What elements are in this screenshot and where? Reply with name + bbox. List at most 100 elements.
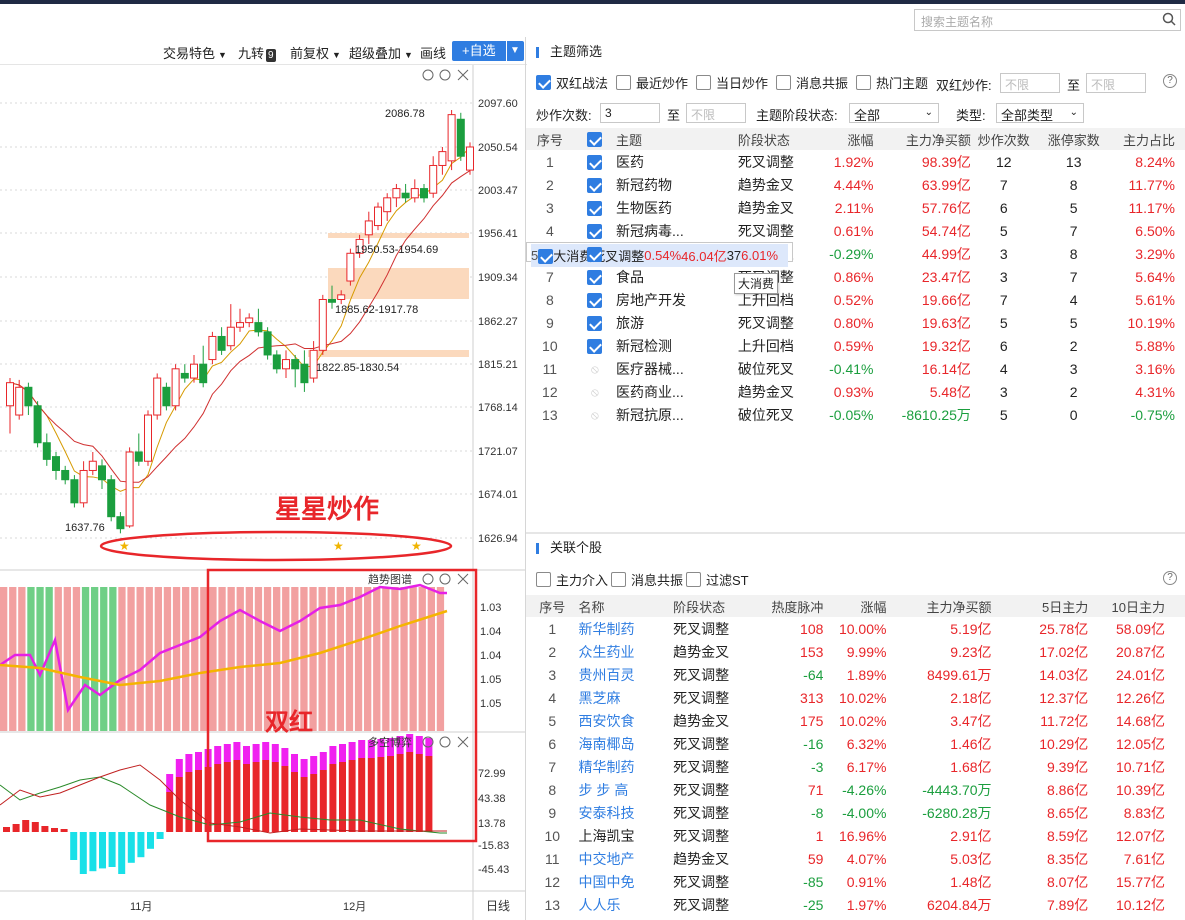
candle-body (33, 405, 42, 444)
filter-shuanghong[interactable]: 双红战法 (536, 73, 608, 92)
theme-row[interactable]: 5 大消费 死叉调整 0.54% 46.04亿 3 7 6.01% (526, 242, 794, 267)
stock-cell[interactable]: 贵州百灵 (579, 663, 674, 686)
adjust-menu[interactable]: 前复权 ▼ (290, 43, 341, 62)
theme-header-3[interactable]: 阶段状态 (737, 128, 813, 150)
filter-main[interactable]: 主力介入 (536, 570, 608, 589)
theme-row[interactable]: 13 ⦸ 新冠抗原... 破位死叉 -0.05% -8610.25万 5 0 -0.75% (526, 403, 1185, 426)
row-checkbox[interactable] (587, 269, 603, 285)
stock-row[interactable]: 8 步 步 高死叉调整 71 -4.26% -4443.70万 8.86亿 10.39亿 (526, 778, 1185, 801)
stock-header-3[interactable]: 热度脉冲 (751, 595, 824, 617)
stock-cell[interactable]: 安泰科技 (579, 801, 674, 824)
theme-row[interactable]: 11 ⦸ 医疗器械... 破位死叉 -0.41% 16.14亿 4 3 3.16% (526, 357, 1185, 380)
stock-cell: 死叉调整 (673, 873, 730, 890)
theme-row[interactable]: 9 旅游 死叉调整 0.80% 19.63亿 5 5 10.19% (526, 311, 1185, 334)
filter-news-stock[interactable]: 消息共振 (611, 570, 683, 589)
theme-header-5[interactable]: 主力净买额 (873, 128, 971, 150)
filter-news[interactable]: 消息共振 (776, 73, 848, 92)
stock-row[interactable]: 3 贵州百灵 死叉调整 -64 1.89% 8499.61万 14.03亿 24.01亿 (526, 663, 1185, 686)
stock-row[interactable]: 2 众生药业 趋势金叉 153 9.99% 9.23亿 17.02亿 20.87亿 (526, 640, 1185, 663)
filter-today[interactable]: 当日炒作 (696, 73, 768, 92)
stock-header-6[interactable]: 5日主力 (991, 595, 1089, 617)
stage-select[interactable]: 全部 ⌄ (849, 103, 939, 123)
stock-header-2[interactable]: 阶段状态 (673, 595, 752, 617)
row-checkbox-disabled[interactable]: ⦸ (591, 408, 599, 422)
theme-row[interactable]: 4 新冠病毒... 死叉调整 0.61% 54.74亿 5 7 6.50% (526, 219, 1185, 242)
theme-header-7[interactable]: 涨停家数 (1036, 128, 1111, 150)
theme-row[interactable]: 10 新冠检测 上升回档 0.59% 19.32亿 6 2 5.88% (526, 334, 1185, 357)
stock-row[interactable]: 9 安泰科技 死叉调整 -8 -4.00% -6280.28万 8.65亿 8.83亿 (526, 801, 1185, 824)
theme-header-0[interactable]: 序号 (526, 128, 574, 150)
stock-row[interactable]: 12 中国中免 死叉调整 -85 0.91% 1.48亿 8.07亿 15.77亿 (526, 870, 1185, 893)
period-label[interactable]: 日线 (486, 899, 510, 913)
help-icon[interactable]: ? (1163, 74, 1177, 88)
stock-cell[interactable]: 精华制药 (579, 755, 674, 778)
theme-search-input[interactable]: 搜索主题名称 (914, 9, 1181, 31)
stock-header-1[interactable]: 名称 (578, 595, 674, 617)
stock-row[interactable]: 13 人人乐 死叉调整 -25 1.97% 6204.84万 7.89亿 10.12亿 (526, 893, 1185, 916)
row-checkbox[interactable] (587, 223, 603, 239)
theme-header-6[interactable]: 炒作次数 (970, 128, 1037, 150)
theme-header-8[interactable]: 主力占比 (1110, 128, 1185, 150)
row-checkbox-disabled[interactable]: ⦸ (591, 362, 599, 376)
theme-row[interactable]: 1 医药 死叉调整 1.92% 98.39亿 12 13 8.24% (526, 150, 1185, 173)
theme-header-2[interactable]: 主题 (616, 128, 738, 150)
type-select[interactable]: 全部类型 ⌄ (996, 103, 1084, 123)
stock-row[interactable]: 7 精华制药 死叉调整 -3 6.17% 1.68亿 9.39亿 10.71亿 (526, 755, 1185, 778)
theme-header-1[interactable] (573, 128, 617, 150)
candlestick-chart[interactable]: 2097.60 2050.54 2003.47 1956.41 1909.34 1862.… (0, 65, 525, 920)
chart-panel-icons[interactable] (422, 69, 469, 81)
theme-row[interactable]: 12 ⦸ 医药商业... 趋势金叉 0.93% 5.48亿 3 2 4.31% (526, 380, 1185, 403)
overlay-menu[interactable]: 超级叠加 ▼ (349, 43, 413, 62)
row-checkbox[interactable] (587, 200, 603, 216)
row-checkbox[interactable] (538, 248, 554, 264)
stock-cell[interactable]: 中交地产 (579, 847, 674, 870)
stock-cell[interactable]: 步 步 高 (579, 778, 674, 801)
filter-st[interactable]: 过滤ST (686, 570, 749, 589)
stock-cell[interactable]: 上海凯宝 (579, 824, 674, 847)
stock-cell[interactable]: 黑芝麻 (579, 686, 674, 709)
stock-row[interactable]: 4 黑芝麻 死叉调整 313 10.02% 2.18亿 12.37亿 12.26亿 (526, 686, 1185, 709)
nine-turn-button[interactable]: 九转 9 (238, 43, 276, 62)
filter-recent[interactable]: 最近炒作 (616, 73, 688, 92)
stock-header-7[interactable]: 10日主力 (1088, 595, 1185, 617)
row-checkbox[interactable] (587, 315, 603, 331)
row-checkbox[interactable] (587, 154, 603, 170)
stock-row[interactable]: 1 新华制药 死叉调整 108 10.00% 5.19亿 25.78亿 58.09亿 (526, 617, 1185, 640)
theme-row[interactable]: 3 生物医药 趋势金叉 2.11% 57.76亿 6 5 11.17% (526, 196, 1185, 219)
stock-row[interactable]: 10 上海凯宝 死叉调整 1 16.96% 2.91亿 8.59亿 12.07亿 (526, 824, 1185, 847)
stock-cell[interactable]: 人人乐 (579, 893, 674, 916)
stock-cell[interactable]: 海南椰岛 (579, 732, 674, 755)
row-checkbox-disabled[interactable]: ⦸ (591, 385, 599, 399)
filter-hot[interactable]: 热门主题 (856, 73, 928, 92)
row-checkbox[interactable] (587, 177, 603, 193)
add-watchlist-button[interactable]: +自选 ▼ (452, 41, 524, 61)
draw-line-button[interactable]: 画线 (420, 43, 446, 62)
stock-table[interactable]: 序号 名称 阶段状态 热度脉冲 涨幅 主力净买额 5日主力 10日主力 1 新华制药 死叉调整 10… (526, 595, 1185, 916)
theme-table[interactable]: 序号 主题 阶段状态 涨幅 主力净买额 炒作次数 涨停家数 主力占比 1 医药 死叉调整 1.92%… (526, 128, 1185, 426)
stock-cell[interactable]: 新华制药 (579, 617, 674, 640)
star-ellipse (99, 530, 453, 562)
theme-row[interactable]: 7食品死叉调整0.86%23.47亿375.64% (526, 265, 1185, 288)
shuanghong-min-input[interactable]: 不限 (1000, 73, 1060, 93)
stock-row[interactable]: 11 中交地产 趋势金叉 59 4.07% 5.03亿 8.35亿 7.61亿 (526, 847, 1185, 870)
stock-row[interactable]: 5 西安饮食 趋势金叉 175 10.02% 3.47亿 11.72亿 14.68亿 (526, 709, 1185, 732)
help-icon-stocks[interactable]: ? (1163, 571, 1177, 585)
shuanghong-max-input[interactable]: 不限 (1086, 73, 1146, 93)
times-max-input[interactable]: 不限 (686, 103, 746, 123)
theme-header-4[interactable]: 涨幅 (812, 128, 874, 150)
stock-cell[interactable]: 中国中免 (579, 870, 674, 893)
stock-cell[interactable]: 西安饮食 (579, 709, 674, 732)
stock-header-4[interactable]: 涨幅 (823, 595, 887, 617)
stock-header-5[interactable]: 主力净买额 (886, 595, 992, 617)
row-checkbox[interactable] (587, 246, 603, 262)
stock-header-0[interactable]: 序号 (526, 595, 579, 617)
theme-row[interactable]: 2 新冠药物 趋势金叉 4.44% 63.99亿 7 8 11.77% (526, 173, 1185, 196)
times-min-input[interactable]: 3 (600, 103, 660, 123)
bull-tick: -15.83 (478, 840, 509, 852)
row-checkbox[interactable] (587, 338, 603, 354)
stock-row[interactable]: 6 海南椰岛 死叉调整 -16 6.32% 1.46亿 10.29亿 12.05亿 (526, 732, 1185, 755)
trade-feature-menu[interactable]: 交易特色 ▼ (163, 43, 227, 62)
stock-cell[interactable]: 众生药业 (579, 640, 674, 663)
row-checkbox[interactable] (587, 292, 603, 308)
theme-row[interactable]: 8 房地产开发 上升回档 0.52% 19.66亿 7 4 5.61% (526, 288, 1185, 311)
